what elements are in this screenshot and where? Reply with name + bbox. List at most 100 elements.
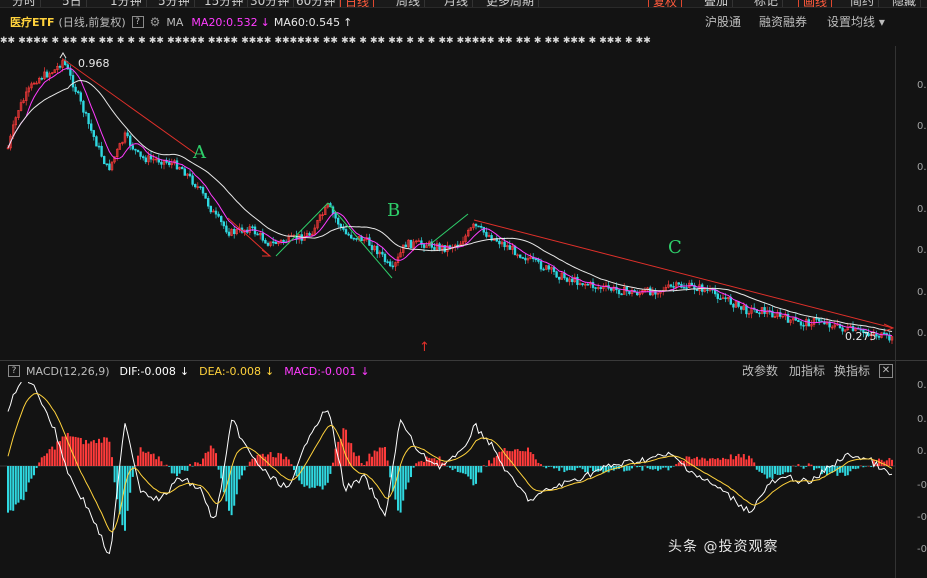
candle-body bbox=[375, 245, 379, 255]
candle-body bbox=[797, 319, 800, 323]
macd-bar bbox=[329, 466, 332, 474]
tab-60min[interactable]: 60分钟 bbox=[292, 0, 341, 7]
candle-body bbox=[672, 286, 675, 288]
change-params-link[interactable]: 改参数 bbox=[742, 362, 778, 380]
macd-bar bbox=[527, 447, 529, 466]
macd-bar bbox=[693, 458, 696, 466]
candle-body bbox=[40, 77, 44, 80]
macd-bar bbox=[485, 466, 488, 467]
tab-30min[interactable]: 30分钟 bbox=[246, 0, 295, 7]
candle-body bbox=[690, 282, 694, 286]
dea-value: DEA:-0.008 bbox=[199, 364, 262, 378]
candle-body bbox=[308, 233, 311, 236]
tab-1min[interactable]: 1分钟 bbox=[106, 0, 147, 7]
macd-bar bbox=[274, 457, 277, 466]
high-price-label: 0.968 bbox=[78, 57, 110, 70]
macd-bar bbox=[402, 466, 405, 501]
add-indicator-link[interactable]: 加指标 bbox=[789, 362, 825, 380]
candle-body bbox=[503, 241, 506, 248]
macd-bar bbox=[215, 453, 217, 466]
tab-mark[interactable]: 标记 bbox=[750, 0, 784, 7]
candle-body bbox=[391, 265, 394, 268]
macd-bar bbox=[865, 466, 867, 467]
hk-connect-link[interactable]: 沪股通 bbox=[705, 12, 741, 32]
candle-body bbox=[194, 184, 197, 188]
macd-bar bbox=[670, 466, 672, 468]
macd-bar bbox=[771, 466, 774, 479]
macd-bar bbox=[701, 457, 704, 466]
period-tab-bar: 分时 5日 1分钟 5分钟 15分钟 30分钟 60分钟 日线 周线 月线 更多… bbox=[0, 0, 927, 8]
macd-bar bbox=[493, 457, 496, 466]
tab-5day[interactable]: 5日 bbox=[58, 0, 87, 7]
tab-monthly[interactable]: 月线 bbox=[440, 0, 474, 7]
macd-bar bbox=[14, 466, 17, 505]
macd-title[interactable]: MACD(12,26,9) bbox=[26, 365, 110, 378]
macd-bar bbox=[696, 456, 698, 466]
tab-timeshare[interactable]: 分时 bbox=[8, 0, 42, 7]
margin-trading-link[interactable]: 融资融券 bbox=[759, 12, 807, 32]
macd-bar bbox=[316, 466, 319, 486]
macd-bar bbox=[807, 463, 810, 466]
macd-bar bbox=[103, 437, 106, 466]
candle-body bbox=[628, 290, 631, 295]
macd-bar bbox=[35, 466, 38, 469]
close-indicator-button[interactable]: ✕ bbox=[879, 364, 893, 378]
macd-bar bbox=[155, 459, 158, 466]
tab-more-periods[interactable]: 更多周期 bbox=[482, 0, 540, 7]
price-axis-tick: 0. bbox=[917, 80, 927, 91]
help-button[interactable]: ? bbox=[131, 16, 144, 28]
macd-bar bbox=[740, 457, 743, 466]
macd-bar bbox=[358, 455, 360, 466]
candle-body bbox=[214, 210, 218, 215]
macd-bar bbox=[113, 466, 116, 483]
gear-icon[interactable]: ⚙ bbox=[150, 15, 161, 29]
macd-bar bbox=[607, 466, 610, 473]
event-markers-row[interactable]: ✱✱ ✱✱✱✱ ✱ ✱✱ ✱✱ ✱✱ ✱ ✱ ✱ ✱✱ ✱✱✱✱✱ ✱✱✱✱ ✱… bbox=[0, 36, 900, 46]
macd-bar bbox=[456, 466, 459, 473]
candle-body bbox=[758, 312, 761, 315]
macd-bar bbox=[722, 457, 724, 466]
candle-body bbox=[498, 240, 501, 245]
tab-adjust[interactable]: 复权 bbox=[648, 0, 683, 7]
macd-bar bbox=[235, 466, 238, 495]
candle-body bbox=[207, 198, 210, 207]
macd-bar bbox=[776, 466, 779, 475]
macd-bar bbox=[261, 453, 264, 466]
tab-15min[interactable]: 15分钟 bbox=[200, 0, 249, 7]
candle-body bbox=[479, 225, 483, 228]
tab-draw-line[interactable]: 画线 bbox=[798, 0, 833, 7]
macd-bar bbox=[576, 466, 579, 469]
macd-bar bbox=[220, 466, 223, 479]
macd-bar bbox=[417, 461, 420, 466]
tab-simple[interactable]: 简约 bbox=[846, 0, 880, 7]
switch-indicator-link[interactable]: 换指标 bbox=[834, 362, 870, 380]
ma-settings-dropdown[interactable]: 设置均线 ▾ bbox=[827, 12, 885, 32]
macd-bar bbox=[753, 462, 756, 466]
price-chart[interactable]: 0.968 0.275 A B C bbox=[0, 48, 927, 360]
macd-bar bbox=[519, 451, 522, 466]
macd-bar bbox=[85, 439, 87, 466]
tab-weekly[interactable]: 周线 bbox=[392, 0, 426, 7]
candle-body bbox=[227, 231, 231, 236]
candle-body bbox=[266, 242, 270, 246]
candle-body bbox=[183, 168, 186, 176]
candle-body bbox=[199, 186, 202, 188]
macd-bar bbox=[477, 466, 480, 473]
candle-body bbox=[695, 289, 699, 292]
tab-overlay[interactable]: 叠加 bbox=[700, 0, 734, 7]
macd-bar bbox=[459, 466, 462, 473]
macd-help-button[interactable]: ? bbox=[8, 365, 20, 377]
ma-label[interactable]: MA bbox=[166, 16, 183, 29]
tab-5min[interactable]: 5分钟 bbox=[154, 0, 195, 7]
candle-body bbox=[547, 265, 551, 270]
tab-daily[interactable]: 日线 bbox=[340, 0, 375, 7]
candle-body bbox=[136, 149, 140, 153]
security-name[interactable]: 医疗ETF bbox=[10, 14, 55, 30]
tab-hide[interactable]: 隐藏 bbox=[888, 0, 922, 7]
macd-bar bbox=[644, 465, 646, 467]
macd-histogram bbox=[7, 428, 893, 531]
pane-separator[interactable] bbox=[0, 360, 927, 361]
macd-bar bbox=[420, 460, 423, 466]
macd-bar bbox=[160, 461, 163, 466]
macd-bar bbox=[30, 466, 33, 479]
